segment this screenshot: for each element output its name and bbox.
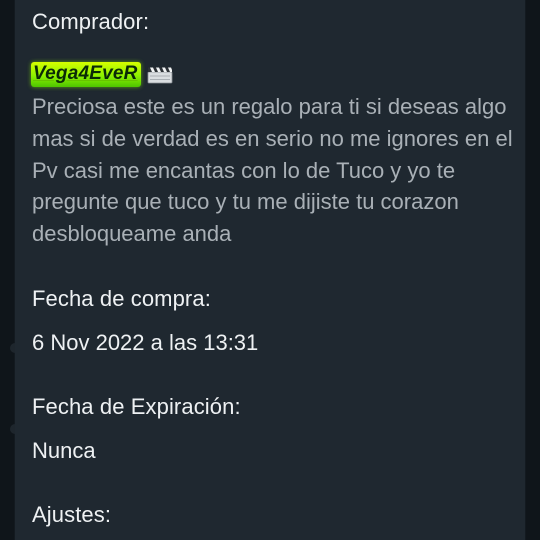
background-left-edge: [0, 0, 14, 540]
buyer-label: Comprador:: [32, 9, 150, 34]
clapperboard-icon: [147, 66, 173, 84]
expiration-date-label: Fecha de Expiración:: [32, 394, 241, 419]
purchase-date-label: Fecha de compra:: [32, 286, 211, 311]
settings-label: Ajustes:: [32, 502, 112, 527]
expiration-date-value: Nunca: [32, 438, 96, 463]
purchase-details-card: Comprador: Vega4EveR Preciosa este es un…: [15, 0, 525, 540]
purchase-date-value: 6 Nov 2022 a las 13:31: [32, 330, 259, 355]
gift-message: Preciosa este es un regalo para ti si de…: [32, 94, 513, 247]
buyer-name[interactable]: Vega4EveR: [31, 62, 141, 87]
buyer-row[interactable]: Vega4EveR: [31, 62, 173, 87]
background-right-edge: [526, 0, 540, 540]
